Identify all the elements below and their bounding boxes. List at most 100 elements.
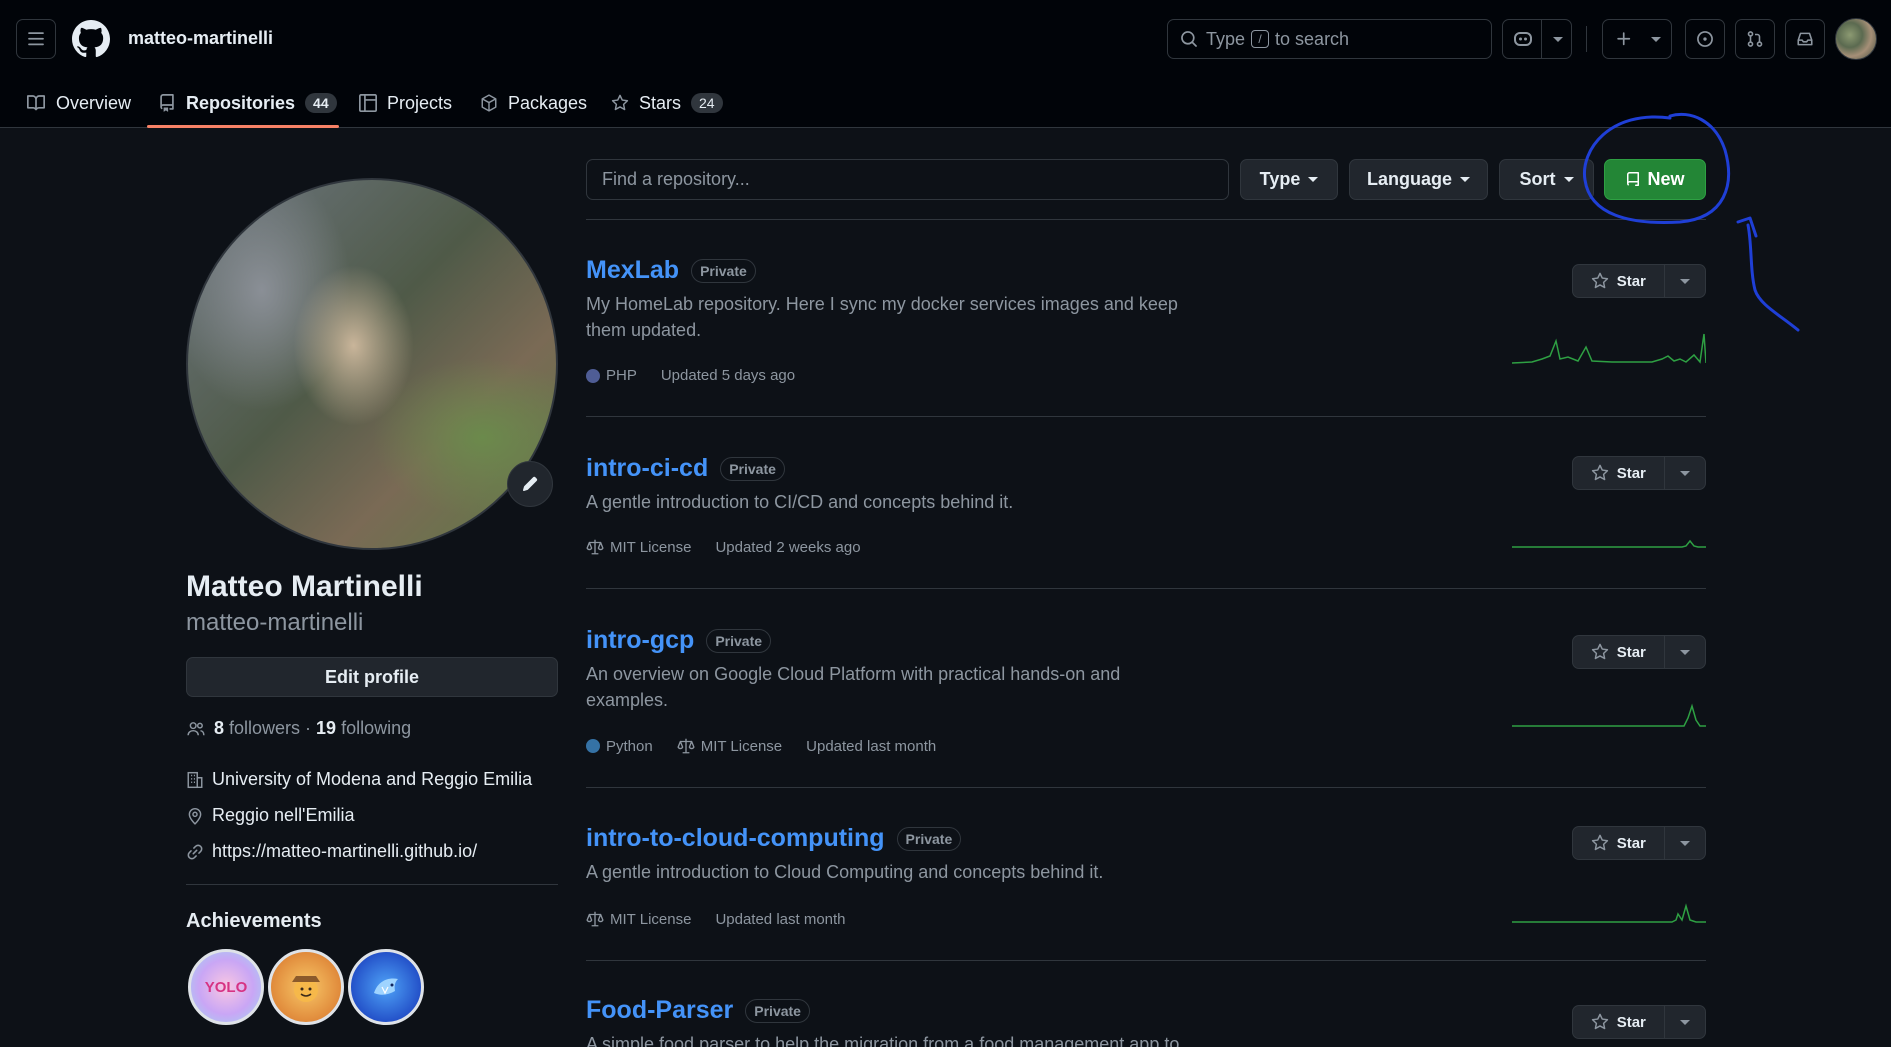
repo-language: PHP bbox=[586, 367, 637, 384]
repo-description: A simple food parser to help the migrati… bbox=[586, 1034, 1180, 1047]
visibility-label: Private bbox=[720, 456, 785, 481]
tab-overview[interactable]: Overview bbox=[26, 78, 131, 128]
repo-name-link[interactable]: MexLab bbox=[586, 256, 679, 285]
building-icon bbox=[186, 771, 204, 789]
following-count: 19 bbox=[316, 718, 337, 738]
repo-meta: MIT License Updated 2 weeks ago bbox=[586, 538, 861, 556]
link-icon bbox=[186, 843, 204, 861]
star-button-group: Star bbox=[1572, 635, 1706, 669]
list-divider bbox=[586, 219, 1706, 220]
change-avatar-button[interactable] bbox=[507, 461, 553, 507]
language-filter-button[interactable]: Language bbox=[1349, 159, 1488, 200]
pull-requests-button[interactable] bbox=[1735, 19, 1775, 59]
tab-repositories[interactable]: Repositories 44 bbox=[158, 78, 337, 128]
repo-license: MIT License bbox=[586, 538, 691, 556]
type-filter-button[interactable]: Type bbox=[1240, 159, 1338, 200]
star-label: Star bbox=[1616, 834, 1646, 852]
star-list-dropdown[interactable] bbox=[1665, 1006, 1705, 1038]
language-color-dot bbox=[586, 368, 600, 383]
location-text: Reggio nell'Emilia bbox=[212, 805, 355, 825]
repo-list-item: intro-ci-cd Private A gentle introductio… bbox=[586, 454, 1706, 584]
tab-label: Repositories bbox=[186, 92, 296, 113]
tab-projects[interactable]: Projects bbox=[359, 78, 452, 128]
repo-name-link[interactable]: intro-to-cloud-computing bbox=[586, 824, 885, 853]
chevron-down-icon bbox=[1679, 649, 1690, 655]
repo-description: My HomeLab repository. Here I sync my do… bbox=[586, 294, 1178, 340]
star-label: Star bbox=[1616, 1013, 1646, 1031]
achievement-yolo-badge[interactable]: YOLO bbox=[188, 949, 264, 1025]
language-name: PHP bbox=[606, 367, 637, 384]
star-button-group: Star bbox=[1572, 1005, 1706, 1039]
repo-language: Python bbox=[586, 738, 653, 755]
star-list-dropdown[interactable] bbox=[1665, 265, 1705, 297]
repo-icon bbox=[158, 94, 176, 112]
menu-button[interactable] bbox=[16, 19, 56, 59]
inbox-button[interactable] bbox=[1785, 19, 1825, 59]
package-icon bbox=[480, 94, 498, 112]
tab-stars[interactable]: Stars 24 bbox=[611, 78, 723, 128]
star-label: Star bbox=[1616, 464, 1646, 482]
repo-meta: Python MIT License Updated last month bbox=[586, 737, 936, 755]
repo-list-item: Food-Parser Private A simple food parser… bbox=[586, 996, 1706, 1047]
repo-meta: MIT License Updated last month bbox=[586, 910, 846, 928]
global-search-input[interactable]: Type / to search bbox=[1167, 19, 1492, 59]
github-logo-icon[interactable] bbox=[72, 20, 110, 58]
tab-counter: 24 bbox=[691, 93, 723, 113]
star-icon bbox=[1591, 834, 1609, 852]
star-list-dropdown[interactable] bbox=[1665, 827, 1705, 859]
pencil-icon bbox=[522, 476, 538, 492]
repo-title: MexLab Private bbox=[586, 256, 756, 285]
sort-filter-button[interactable]: Sort bbox=[1499, 159, 1594, 200]
repo-title: intro-ci-cd Private bbox=[586, 454, 785, 483]
repo-title: intro-to-cloud-computing Private bbox=[586, 824, 962, 853]
star-button[interactable]: Star bbox=[1573, 265, 1665, 297]
law-icon bbox=[586, 910, 604, 928]
repo-description: A gentle introduction to CI/CD and conce… bbox=[586, 492, 1014, 512]
tab-label: Overview bbox=[56, 92, 132, 113]
search-text-before: Type bbox=[1206, 28, 1246, 49]
find-repository-input[interactable]: Find a repository... bbox=[586, 159, 1229, 200]
pull-request-icon bbox=[1746, 30, 1764, 48]
website-line: https://matteo-martinelli.github.io/ bbox=[186, 841, 477, 862]
menu-icon bbox=[27, 30, 45, 48]
new-repository-button[interactable]: New bbox=[1604, 159, 1706, 200]
repo-name-link[interactable]: intro-gcp bbox=[586, 626, 694, 655]
repo-name-link[interactable]: Food-Parser bbox=[586, 996, 733, 1025]
edit-profile-button[interactable]: Edit profile bbox=[186, 657, 558, 697]
tab-packages[interactable]: Packages bbox=[480, 78, 587, 128]
user-avatar-button[interactable] bbox=[1835, 18, 1877, 60]
following-link[interactable]: 19 following bbox=[316, 718, 411, 739]
search-icon bbox=[1180, 30, 1198, 48]
star-button[interactable]: Star bbox=[1573, 827, 1665, 859]
chevron-down-icon bbox=[1679, 1019, 1690, 1025]
list-divider bbox=[586, 787, 1706, 788]
find-repository-placeholder: Find a repository... bbox=[602, 169, 750, 189]
repo-license: MIT License bbox=[677, 737, 782, 755]
plus-icon bbox=[1615, 30, 1633, 48]
star-button[interactable]: Star bbox=[1573, 636, 1665, 668]
website-link[interactable]: https://matteo-martinelli.github.io/ bbox=[212, 841, 477, 862]
repo-license: MIT License bbox=[586, 910, 691, 928]
repo-description: An overview on Google Cloud Platform wit… bbox=[586, 664, 1121, 710]
followers-link[interactable]: 8 followers bbox=[214, 718, 300, 739]
star-button[interactable]: Star bbox=[1573, 457, 1665, 489]
repo-title: Food-Parser Private bbox=[586, 996, 810, 1025]
law-icon bbox=[677, 737, 695, 755]
list-divider bbox=[586, 588, 1706, 589]
star-button[interactable]: Star bbox=[1573, 1006, 1665, 1038]
issues-button[interactable] bbox=[1685, 19, 1725, 59]
license-name: MIT License bbox=[610, 538, 692, 556]
header-username[interactable]: matteo-martinelli bbox=[128, 28, 273, 49]
repo-updated: Updated 2 weeks ago bbox=[715, 538, 861, 556]
create-new-button[interactable] bbox=[1602, 19, 1672, 59]
copilot-button[interactable] bbox=[1502, 19, 1572, 59]
repo-name-link[interactable]: intro-ci-cd bbox=[586, 454, 708, 483]
activity-sparkline bbox=[1512, 703, 1706, 727]
star-list-dropdown[interactable] bbox=[1665, 636, 1705, 668]
tab-label: Projects bbox=[387, 92, 453, 113]
profile-full-name: Matteo Martinelli bbox=[186, 570, 423, 603]
achievement-pull-shark-badge[interactable] bbox=[348, 949, 424, 1025]
star-list-dropdown[interactable] bbox=[1665, 457, 1705, 489]
achievement-quickdraw-badge[interactable] bbox=[268, 949, 344, 1025]
project-icon bbox=[359, 94, 377, 112]
